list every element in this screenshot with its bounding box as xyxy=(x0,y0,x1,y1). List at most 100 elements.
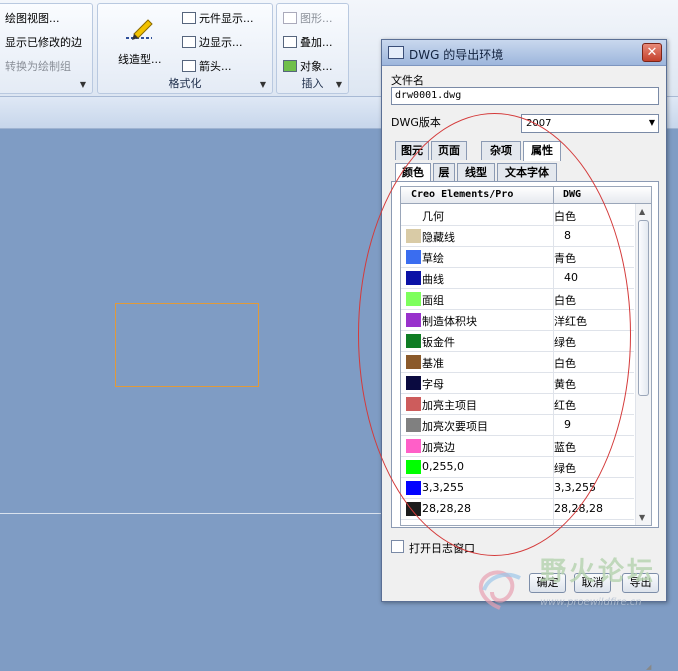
table-row[interactable]: 字母 黄色 xyxy=(401,373,634,394)
row-dwg-value[interactable]: 9 xyxy=(554,418,634,431)
color-swatch[interactable] xyxy=(406,355,421,369)
color-swatch[interactable] xyxy=(406,334,421,348)
subtab-color[interactable]: 颜色 xyxy=(395,163,431,182)
row-name: 加亮主项目 xyxy=(422,399,477,412)
drawing-view-button[interactable]: 绘图视图... xyxy=(5,10,60,26)
color-swatch[interactable] xyxy=(406,250,421,264)
open-log-window-label: 打开日志窗口 xyxy=(409,542,475,555)
row-name: 制造体积块 xyxy=(422,315,477,328)
subtab-text-font[interactable]: 文本字体 xyxy=(497,163,557,182)
table-row[interactable]: 3,3,255 3,3,255 xyxy=(401,478,634,499)
line-style-button[interactable]: 线造型... xyxy=(118,51,162,67)
element-display-label: 元件显示... xyxy=(199,12,254,25)
row-dwg-value[interactable]: 8 xyxy=(554,229,634,242)
color-swatch[interactable] xyxy=(406,313,421,327)
row-dwg-value[interactable]: 白色 xyxy=(554,292,634,308)
filename-input[interactable]: drw0001.dwg xyxy=(391,87,659,105)
dialog-titlebar[interactable]: DWG 的导出环境 ✕ xyxy=(382,40,666,66)
dialog-title: DWG 的导出环境 xyxy=(409,48,504,62)
cancel-button[interactable]: 取消 xyxy=(574,573,611,593)
row-dwg-value[interactable]: 青色 xyxy=(554,250,634,266)
row-dwg-value[interactable]: 白色 xyxy=(554,355,634,371)
color-swatch[interactable] xyxy=(406,376,421,390)
color-swatch[interactable] xyxy=(406,418,421,432)
ribbon-group-format: 线造型... 元件显示... 边显示... 箭头... 格式化 ▼ xyxy=(97,3,273,94)
resize-grip-icon[interactable]: ◢ xyxy=(646,663,651,671)
color-swatch[interactable] xyxy=(406,292,421,306)
scroll-up-icon[interactable]: ▲ xyxy=(639,207,645,216)
tab-properties[interactable]: 属性 xyxy=(523,141,561,161)
color-mapping-table: Creo Elements/Pro DWG 几何 白色 隐藏线 8 草绘 青色 曲线 40 面组… xyxy=(400,186,652,526)
color-swatch[interactable] xyxy=(406,208,421,222)
element-display-button[interactable]: 元件显示... xyxy=(182,10,254,26)
table-row[interactable]: 草绘 青色 xyxy=(401,247,634,268)
row-name: 草绘 xyxy=(422,252,444,265)
table-row[interactable]: 加亮次要项目 9 xyxy=(401,415,634,436)
chevron-down-icon: ▼ xyxy=(648,118,655,127)
object-label: 对象... xyxy=(300,60,333,73)
tab-entities[interactable]: 图元 xyxy=(395,141,429,160)
row-dwg-value[interactable]: 绿色 xyxy=(554,334,634,350)
color-swatch[interactable] xyxy=(406,481,421,495)
arrow-button[interactable]: 箭头... xyxy=(182,58,232,74)
row-dwg-value[interactable]: 红色 xyxy=(554,397,634,413)
graphics-icon xyxy=(283,12,297,24)
table-row[interactable]: 几何 白色 xyxy=(401,205,634,226)
color-swatch[interactable] xyxy=(406,271,421,285)
ok-button[interactable]: 确定 xyxy=(529,573,566,593)
color-swatch[interactable] xyxy=(406,502,421,516)
color-swatch[interactable] xyxy=(406,397,421,411)
row-dwg-value[interactable]: 洋红色 xyxy=(554,313,634,329)
open-log-window-checkbox[interactable] xyxy=(391,540,404,553)
column-header-creo[interactable]: Creo Elements/Pro xyxy=(411,189,513,200)
drawing-view-frame[interactable] xyxy=(115,303,259,387)
dwg-version-label: DWG版本 xyxy=(391,116,441,129)
row-dwg-value[interactable]: 3,3,255 xyxy=(554,481,634,494)
subtab-layer[interactable]: 层 xyxy=(433,163,455,182)
table-row[interactable]: 钣金件 绿色 xyxy=(401,331,634,352)
table-header: Creo Elements/Pro DWG xyxy=(401,187,651,204)
table-row[interactable]: 加亮边 蓝色 xyxy=(401,436,634,457)
row-dwg-value[interactable]: 蓝色 xyxy=(554,439,634,455)
show-modified-edges-button[interactable]: 显示已修改的边 xyxy=(5,34,82,50)
format-group-launcher-icon[interactable]: ▼ xyxy=(260,80,266,89)
row-dwg-value[interactable]: 黄色 xyxy=(554,376,634,392)
group-launcher-icon[interactable]: ▼ xyxy=(80,80,86,89)
table-row[interactable]: 曲线 40 xyxy=(401,268,634,289)
vertical-scrollbar[interactable]: ▲ ▼ xyxy=(635,204,651,525)
table-row[interactable]: 0,255,0 绿色 xyxy=(401,457,634,478)
object-button[interactable]: 对象... xyxy=(283,58,333,74)
column-header-dwg[interactable]: DWG xyxy=(563,189,581,200)
row-dwg-value[interactable]: 白色 xyxy=(554,208,634,224)
row-name: 28,28,28 xyxy=(422,502,471,515)
color-swatch[interactable] xyxy=(406,460,421,474)
row-name: 字母 xyxy=(422,378,444,391)
convert-to-draw-group-button[interactable]: 转换为绘制组 xyxy=(5,58,71,74)
row-dwg-value[interactable]: 40 xyxy=(554,271,634,284)
tab-misc[interactable]: 杂项 xyxy=(481,141,521,160)
scroll-thumb[interactable] xyxy=(638,220,649,396)
table-row[interactable]: 28,28,28 28,28,28 xyxy=(401,499,634,520)
table-row[interactable]: 加亮主项目 红色 xyxy=(401,394,634,415)
export-button[interactable]: 导出 xyxy=(622,573,659,593)
overlay-button[interactable]: 叠加... xyxy=(283,34,333,50)
close-button[interactable]: ✕ xyxy=(642,43,662,62)
table-row[interactable]: 基准 白色 xyxy=(401,352,634,373)
color-swatch[interactable] xyxy=(406,439,421,453)
graphics-button[interactable]: 图形... xyxy=(283,10,333,26)
row-name: 几何 xyxy=(422,210,444,223)
row-dwg-value[interactable]: 绿色 xyxy=(554,460,634,476)
insert-group-launcher-icon[interactable]: ▼ xyxy=(336,80,342,89)
edge-display-button[interactable]: 边显示... xyxy=(182,34,243,50)
tab-pages[interactable]: 页面 xyxy=(431,141,467,160)
scroll-down-icon[interactable]: ▼ xyxy=(639,513,645,522)
column-separator xyxy=(553,187,554,204)
table-row[interactable]: 制造体积块 洋红色 xyxy=(401,310,634,331)
row-dwg-value[interactable]: 28,28,28 xyxy=(554,502,634,515)
color-swatch[interactable] xyxy=(406,229,421,243)
subtab-linetype[interactable]: 线型 xyxy=(457,163,495,182)
table-row[interactable]: 面组 白色 xyxy=(401,289,634,310)
dwg-version-select[interactable]: 2007 ▼ xyxy=(521,114,659,133)
line-style-pencil-icon xyxy=(126,19,153,40)
table-row[interactable]: 隐藏线 8 xyxy=(401,226,634,247)
